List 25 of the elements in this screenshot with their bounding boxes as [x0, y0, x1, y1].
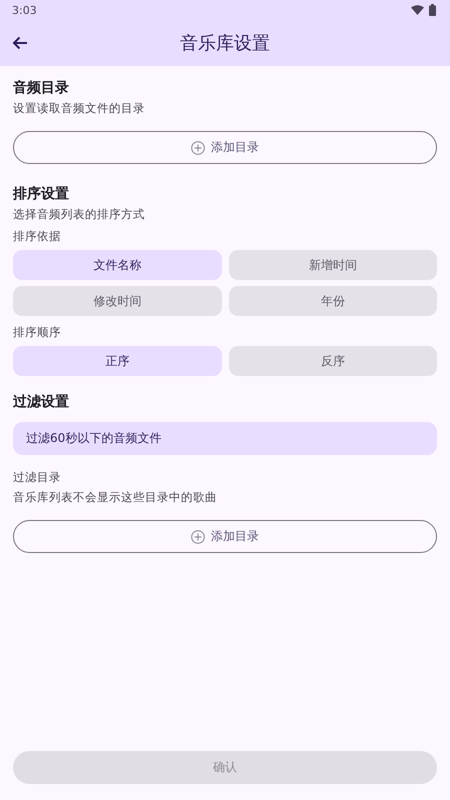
sort-option[interactable]: 修改时间 [13, 286, 222, 316]
page-title: 音乐库设置 [180, 32, 270, 55]
add-circle-icon [191, 140, 205, 154]
status-time: 3:03 [12, 4, 37, 16]
section-description: 音乐库列表不会显示这些目录中的歌曲 [13, 489, 218, 506]
field-label: 过滤目录 [13, 469, 62, 486]
battery-icon [429, 4, 436, 16]
section-title: 过滤设置 [13, 393, 70, 412]
sort-option[interactable]: 文件名称 [13, 250, 222, 280]
section-description: 选择音频列表的排序方式 [13, 206, 146, 223]
sort-option[interactable]: 新增时间 [228, 250, 437, 280]
field-label: 排序依据 [13, 228, 62, 245]
back-arrow-icon[interactable] [12, 36, 28, 50]
filter-toggle[interactable]: 过滤60秒以下的音频文件 [13, 422, 437, 455]
wifi-icon [411, 5, 424, 15]
add-directory-button[interactable]: 添加目录 [13, 131, 437, 164]
field-label: 排序顺序 [13, 324, 62, 341]
section-description: 设置读取音频文件的目录 [13, 100, 146, 117]
section-title: 排序设置 [13, 184, 70, 204]
add-directory-button[interactable]: 添加目录 [13, 520, 437, 553]
order-option[interactable]: 反序 [228, 346, 437, 376]
section-title: 音频目录 [13, 78, 70, 98]
sort-option[interactable]: 年份 [228, 286, 437, 316]
add-circle-icon [191, 530, 205, 544]
order-option[interactable]: 正序 [13, 346, 222, 376]
